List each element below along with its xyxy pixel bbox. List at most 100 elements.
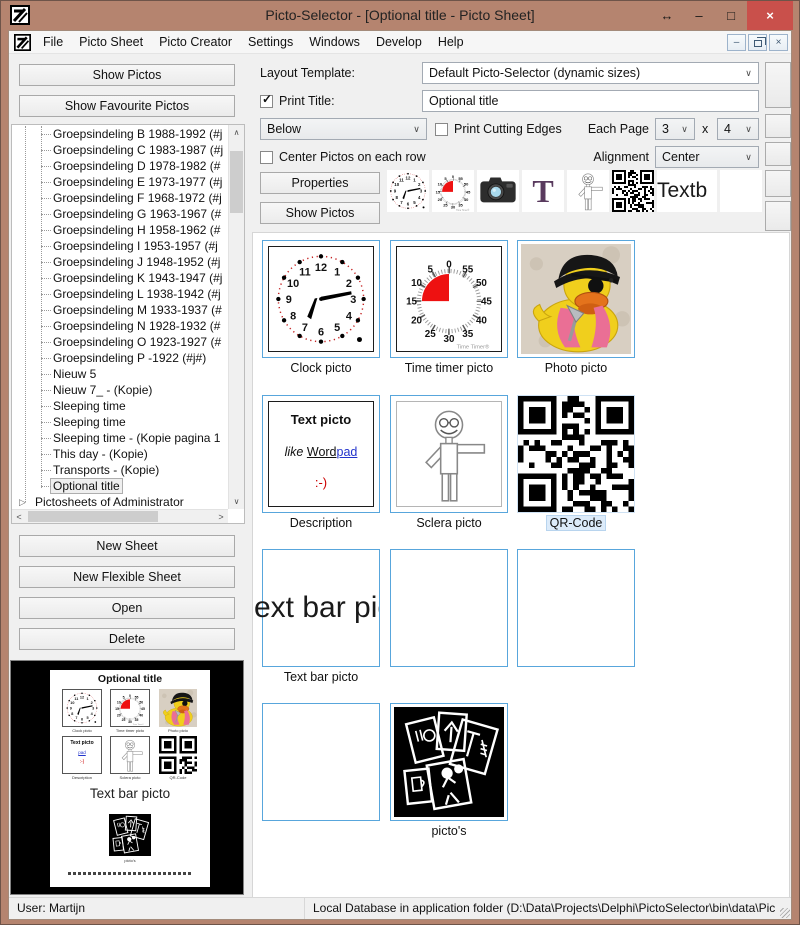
new-flexible-sheet-button[interactable]: New Flexible Sheet <box>19 566 235 588</box>
open-button[interactable]: Open <box>19 597 235 619</box>
menu-item-picto-creator[interactable]: Picto Creator <box>151 32 240 52</box>
resize-grip[interactable] <box>780 908 790 918</box>
side-tool-button-4[interactable] <box>765 170 791 197</box>
scroll-right-icon[interactable]: > <box>214 510 228 523</box>
print-title-checkbox[interactable]: ✓ Print Title: <box>260 93 335 109</box>
client-area: File Picto Sheet Picto Creator Settings … <box>8 30 792 920</box>
tree-item[interactable]: Groepsindeling N 1928-1932 (# <box>13 318 228 334</box>
show-pictos-button-2[interactable]: Show Pictos <box>260 202 380 224</box>
photo-picto-icon[interactable] <box>477 170 519 212</box>
tree-horizontal-scrollbar[interactable]: < > <box>12 509 228 523</box>
tree-item[interactable]: Groepsindeling M 1933-1937 (# <box>13 302 228 318</box>
tree-item[interactable]: Groepsindeling O 1923-1927 (# <box>13 334 228 350</box>
tree-item[interactable]: Groepsindeling G 1963-1967 (# <box>13 206 228 222</box>
tree-item-list: Groepsindeling B 1988-1992 (#jGroepsinde… <box>13 126 228 494</box>
tree-item[interactable]: Groepsindeling F 1968-1972 (#j <box>13 190 228 206</box>
tree-item-root[interactable]: ▷ Pictosheets of Administrator <box>13 494 228 508</box>
picto-cell-pictos[interactable] <box>390 703 508 821</box>
show-favourite-pictos-button[interactable]: Show Favourite Pictos <box>19 95 235 117</box>
menu-item-settings[interactable]: Settings <box>240 32 301 52</box>
restore-icon <box>754 40 762 47</box>
text-picto-icon[interactable]: T <box>522 170 564 212</box>
delete-button[interactable]: Delete <box>19 628 235 650</box>
mdi-system-menu-icon[interactable] <box>14 34 31 51</box>
tree-item[interactable]: Groepsindeling B 1988-1992 (#j <box>13 126 228 142</box>
tree-item[interactable]: Groepsindeling D 1978-1982 (# <box>13 158 228 174</box>
tree-item[interactable]: Sleeping time <box>13 414 228 430</box>
tree-item[interactable]: Sleeping time - (Kopie pagina 1 <box>13 430 228 446</box>
side-tool-button-1[interactable] <box>765 62 791 108</box>
tree-item[interactable]: Optional title <box>13 478 228 494</box>
picto-cell-description[interactable]: Text picto like Wordpad :-) <box>262 395 380 513</box>
scrollbar-thumb[interactable] <box>230 151 243 213</box>
tree-item[interactable]: Transports - (Kopie) <box>13 462 228 478</box>
sclera-picto-icon[interactable] <box>567 170 609 212</box>
tree-item[interactable]: This day - (Kopie) <box>13 446 228 462</box>
checkbox-box[interactable] <box>435 123 448 136</box>
tree-item[interactable]: Groepsindeling C 1983-1987 (#j <box>13 142 228 158</box>
mdi-minimize-button[interactable]: – <box>727 34 746 51</box>
properties-button[interactable]: Properties <box>260 172 380 194</box>
menu-item-help[interactable]: Help <box>430 32 472 52</box>
tree-item[interactable]: Groepsindeling H 1958-1962 (# <box>13 222 228 238</box>
chevron-down-icon: ∨ <box>741 63 756 83</box>
show-pictos-button[interactable]: Show Pictos <box>19 64 235 86</box>
checkbox-box[interactable]: ✓ <box>260 95 273 108</box>
picto-cell-clock[interactable] <box>262 240 380 358</box>
tree-item[interactable]: Nieuw 7_ - (Kopie) <box>13 382 228 398</box>
layout-template-select[interactable]: Default Picto-Selector (dynamic sizes) ∨ <box>422 62 759 84</box>
side-tool-button-2[interactable] <box>765 114 791 138</box>
preview-footer-line <box>68 872 192 875</box>
scroll-down-icon[interactable]: ∨ <box>229 494 244 509</box>
tree-item[interactable]: Nieuw 5 <box>13 366 228 382</box>
caption-position-select[interactable]: Below ∨ <box>260 118 427 140</box>
qr-code-picto-icon[interactable] <box>612 170 654 212</box>
print-title-input[interactable]: Optional title <box>422 90 759 112</box>
tree-item[interactable]: Groepsindeling E 1973-1977 (#j <box>13 174 228 190</box>
tree-item[interactable]: Sleeping time <box>13 398 228 414</box>
swap-window-button[interactable]: ↔ <box>651 1 683 30</box>
picto-cell-timer[interactable] <box>390 240 508 358</box>
textbar-picto-icon[interactable]: Textb <box>657 170 717 212</box>
menu-item-file[interactable]: File <box>35 32 71 52</box>
tree-item[interactable]: Groepsindeling K 1943-1947 (#j <box>13 270 228 286</box>
center-pictos-checkbox[interactable]: Center Pictos on each row <box>260 149 426 165</box>
tree-vertical-scrollbar[interactable]: ∧ ∨ <box>228 125 244 509</box>
menu-item-picto-sheet[interactable]: Picto Sheet <box>71 32 151 52</box>
maximize-button[interactable]: □ <box>715 1 747 30</box>
scroll-up-icon[interactable]: ∧ <box>229 125 244 140</box>
alignment-select[interactable]: Center ∨ <box>655 146 759 168</box>
scroll-left-icon[interactable]: < <box>12 510 26 523</box>
tree-item[interactable]: Groepsindeling P -1922 (#j#) <box>13 350 228 366</box>
new-sheet-button[interactable]: New Sheet <box>19 535 235 557</box>
clock-picto-icon[interactable] <box>387 170 429 212</box>
picto-cell-empty[interactable] <box>517 549 635 667</box>
empty-picto-icon[interactable] <box>720 170 762 212</box>
mdi-close-button[interactable]: × <box>769 34 788 51</box>
picto-cell-qr-code[interactable] <box>517 395 635 513</box>
picto-cell-sclera[interactable] <box>390 395 508 513</box>
tree-item[interactable]: Groepsindeling I 1953-1957 (#j <box>13 238 228 254</box>
tree-item[interactable]: Groepsindeling J 1948-1952 (#j <box>13 254 228 270</box>
print-cutting-edges-checkbox[interactable]: Print Cutting Edges <box>435 121 562 137</box>
picto-cell-photo[interactable] <box>517 240 635 358</box>
picto-cell-empty[interactable] <box>390 549 508 667</box>
titlebar: Picto-Selector - [Optional title - Picto… <box>1 1 799 30</box>
side-tool-button-5[interactable] <box>765 201 791 231</box>
minimize-button[interactable]: – <box>683 1 715 30</box>
tree-expand-icon[interactable]: ▷ <box>19 494 26 508</box>
picto-cell-empty[interactable] <box>262 703 380 821</box>
mdi-restore-button[interactable] <box>748 34 767 51</box>
picto-cell-textbar[interactable]: ext bar pic <box>262 549 380 667</box>
scrollbar-thumb[interactable] <box>28 511 158 522</box>
menu-item-windows[interactable]: Windows <box>301 32 368 52</box>
tree-item[interactable]: Groepsindeling L 1938-1942 (#j <box>13 286 228 302</box>
each-page-rows-select[interactable]: 4 ∨ <box>717 118 759 140</box>
menu-item-develop[interactable]: Develop <box>368 32 430 52</box>
close-button[interactable]: × <box>747 1 793 30</box>
time-timer-picto-icon[interactable] <box>432 170 474 212</box>
side-tool-button-3[interactable] <box>765 142 791 166</box>
checkbox-box[interactable] <box>260 151 273 164</box>
each-page-cols-select[interactable]: 3 ∨ <box>655 118 695 140</box>
page-preview-panel[interactable]: Optional title Clock picto Time timer pi… <box>10 660 244 895</box>
